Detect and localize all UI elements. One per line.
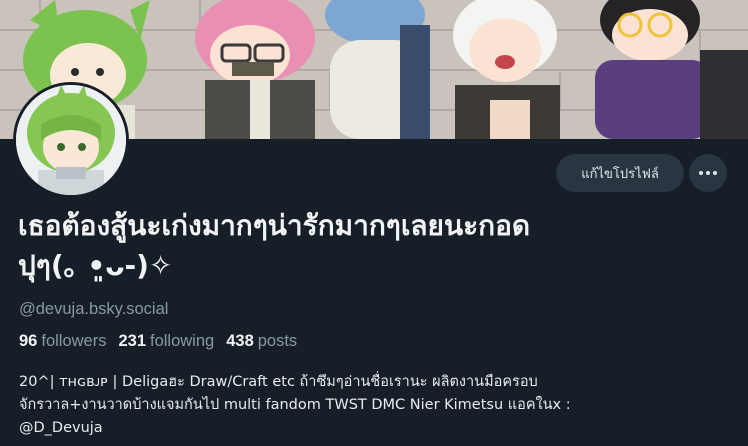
- following-count: 231: [118, 332, 146, 350]
- ellipsis-icon: [706, 171, 710, 175]
- more-options-button[interactable]: [689, 154, 727, 192]
- followers-label: followers: [41, 332, 107, 350]
- display-name: เธอต้องสู้นะเก่งมากๆน่ารักมากๆเลยนะกอด ป…: [18, 209, 531, 282]
- followers-count: 96: [19, 332, 38, 350]
- profile-stats: 96 followers 231 following 438 posts: [19, 332, 297, 351]
- followers-link[interactable]: 96 followers: [19, 332, 106, 351]
- profile-avatar[interactable]: [13, 82, 129, 198]
- avatar-illustration: [16, 85, 126, 195]
- posts-count: 438: [226, 332, 254, 350]
- profile-handle: @devuja.bsky.social: [19, 300, 169, 318]
- ellipsis-icon: [713, 171, 717, 175]
- posts-stat: 438 posts: [226, 332, 297, 351]
- posts-label: posts: [257, 332, 298, 350]
- profile-bio: 20^| ᴛʜɢʙᴊᴘ | Deligaฮะ Draw/Craft etc ถ้…: [19, 374, 571, 436]
- ellipsis-icon: [699, 171, 703, 175]
- following-link[interactable]: 231 following: [118, 332, 214, 351]
- edit-profile-button[interactable]: แก้ไขโปรไฟล์: [556, 154, 684, 192]
- following-label: following: [150, 332, 215, 350]
